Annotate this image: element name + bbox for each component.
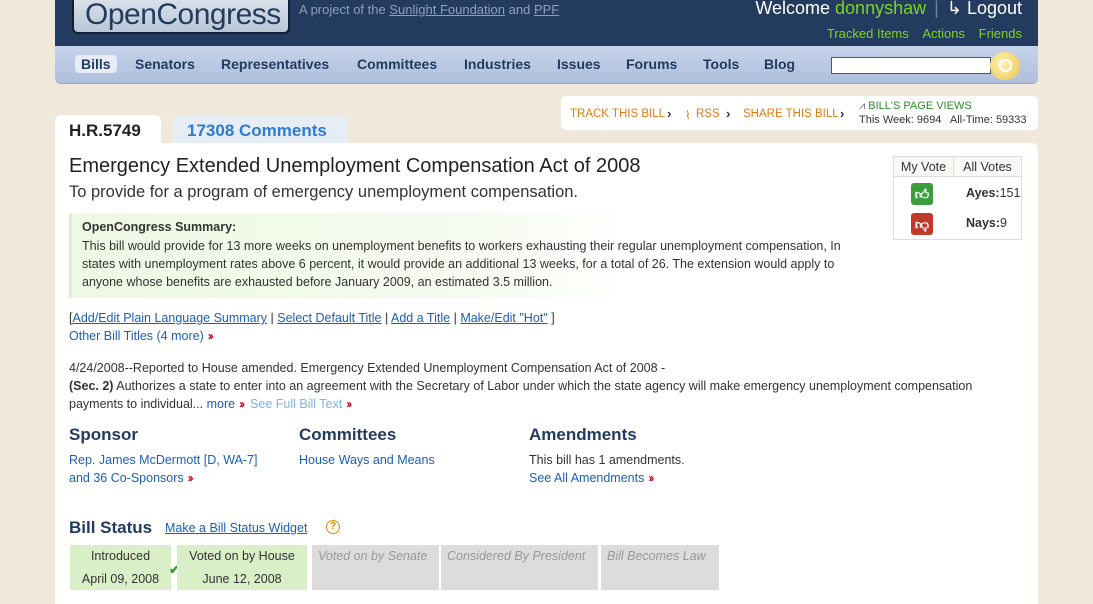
my-vote-header: My Vote [894, 157, 954, 177]
more-link[interactable]: more [207, 397, 235, 411]
search-icon[interactable] [990, 52, 1020, 80]
nav-tools[interactable]: Tools [703, 56, 739, 72]
amendments-count: This bill has 1 amendments. [529, 453, 685, 467]
chevron-right-icon: › [726, 106, 731, 121]
full-text-link[interactable]: See Full Bill Text [250, 397, 342, 411]
double-chevron-icon: ›› [648, 471, 654, 485]
nav-industries[interactable]: Industries [464, 56, 531, 72]
nays-count: Nays:9 [966, 216, 1007, 230]
actions-link[interactable]: Actions [922, 26, 965, 41]
nav-forums[interactable]: Forums [626, 56, 677, 72]
user-links: Tracked Items Actions Friends [817, 26, 1022, 41]
main-nav: Bills Senators Representatives Committee… [55, 46, 1038, 84]
nav-representatives[interactable]: Representatives [221, 56, 329, 72]
committees-heading: Committees [299, 425, 397, 444]
chevron-right-icon: › [840, 106, 845, 121]
summary-heading: OpenCongress Summary: [82, 220, 237, 234]
vote-box: My Vote All Votes 👍︎ 👎︎ Ayes:151 Nays:9 [893, 156, 1022, 240]
share-bill-link[interactable]: SHARE THIS BILL [743, 108, 839, 120]
stage-senate: Voted on by Senate [312, 545, 439, 590]
cosponsors-link[interactable]: and 36 Co-Sponsors [69, 471, 184, 485]
thumbs-up-icon[interactable]: 👍︎ [911, 183, 933, 205]
stage-president: Considered By President [441, 545, 598, 590]
see-all-amendments-link[interactable]: See All Amendments [529, 471, 644, 485]
ppf-link[interactable]: PPF [534, 2, 559, 17]
nav-blog[interactable]: Blog [764, 56, 795, 72]
edit-summary-link[interactable]: Add/Edit Plain Language Summary [72, 311, 267, 325]
make-hot-link[interactable]: Make/Edit "Hot" [460, 311, 547, 325]
nav-bills[interactable]: Bills [75, 55, 117, 73]
tab-bill[interactable]: H.R.5749 [55, 115, 161, 145]
summary-text: This bill would provide for 13 more week… [82, 239, 841, 289]
stage-house: Voted on by House June 12, 2008 [177, 545, 307, 590]
amendments-heading: Amendments [529, 425, 637, 444]
chevron-right-icon: › [667, 106, 672, 121]
double-chevron-icon: ›› [187, 471, 194, 485]
bill-status-heading: Bill Status [69, 518, 153, 537]
double-chevron-icon: ›› [239, 397, 245, 411]
all-votes-header: All Votes [954, 157, 1021, 177]
committee-link[interactable]: House Ways and Means [299, 453, 435, 467]
bill-description: To provide for a program of emergency un… [69, 183, 579, 201]
stage-law: Bill Becomes Law [601, 545, 719, 590]
ayes-count: Ayes:151 [966, 186, 1021, 200]
latest-action: 4/24/2008--Reported to House amended. Em… [69, 361, 973, 411]
help-icon[interactable]: ? [326, 520, 340, 534]
nav-issues[interactable]: Issues [557, 56, 601, 72]
status-widget-link[interactable]: Make a Bill Status Widget [165, 521, 307, 535]
rss-link[interactable]: RSS [696, 108, 720, 120]
logout-icon: ↳ [946, 0, 962, 18]
username-link[interactable]: donnyshaw [835, 0, 926, 18]
section-label: (Sec. 2) [69, 379, 114, 393]
nav-committees[interactable]: Committees [357, 56, 437, 72]
site-logo[interactable]: OpenCongress [72, 0, 290, 34]
welcome-message: Welcome donnyshaw | ↳ Logout [755, 0, 1022, 18]
add-title-link[interactable]: Add a Title [391, 311, 450, 325]
select-default-title-link[interactable]: Select Default Title [277, 311, 381, 325]
friends-link[interactable]: Friends [979, 26, 1022, 41]
page-views-title: ⩘ BILL'S PAGE VIEWS [859, 100, 972, 112]
chart-icon: ⩘ [859, 100, 866, 112]
nav-senators[interactable]: Senators [135, 56, 195, 72]
tagline: A project of the Sunlight Foundation and… [299, 2, 560, 17]
bill-panel: Emergency Extended Unemployment Compensa… [55, 143, 1038, 604]
search-input[interactable] [831, 57, 991, 74]
track-bar: TRACK THIS BILL › ⌇ RSS › SHARE THIS BIL… [561, 96, 1038, 130]
cosponsors: and 36 Co-Sponsors ›› [69, 471, 194, 485]
page-views-stats: This Week: 9694 All-Time: 59333 [859, 114, 1027, 126]
rss-icon: ⌇ [685, 110, 691, 122]
tracked-items-link[interactable]: Tracked Items [827, 26, 909, 41]
other-titles-link[interactable]: Other Bill Titles (4 more) [69, 329, 204, 343]
title-edit-links: [Add/Edit Plain Language Summary | Selec… [69, 311, 555, 325]
stage-introduced: Introduced April 09, 2008 [70, 545, 171, 590]
double-chevron-icon: ›› [207, 329, 214, 343]
opencongress-summary: OpenCongress Summary: This bill would pr… [69, 213, 865, 298]
thumbs-down-icon[interactable]: 👎︎ [911, 213, 933, 235]
tab-comments[interactable]: 17308 Comments [173, 115, 348, 145]
site-header: OpenCongress A project of the Sunlight F… [55, 0, 1038, 46]
track-bill-link[interactable]: TRACK THIS BILL [570, 108, 665, 120]
other-titles: Other Bill Titles (4 more) ›› [69, 329, 214, 343]
sunlight-foundation-link[interactable]: Sunlight Foundation [389, 2, 505, 17]
logout-link[interactable]: Logout [967, 0, 1022, 18]
double-chevron-icon: ›› [346, 397, 352, 411]
sponsor-link[interactable]: Rep. James McDermott [D, WA-7] [69, 453, 257, 467]
amendments-all: See All Amendments ›› [529, 471, 654, 485]
bill-title: Emergency Extended Unemployment Compensa… [69, 155, 641, 177]
sponsor-heading: Sponsor [69, 425, 138, 444]
